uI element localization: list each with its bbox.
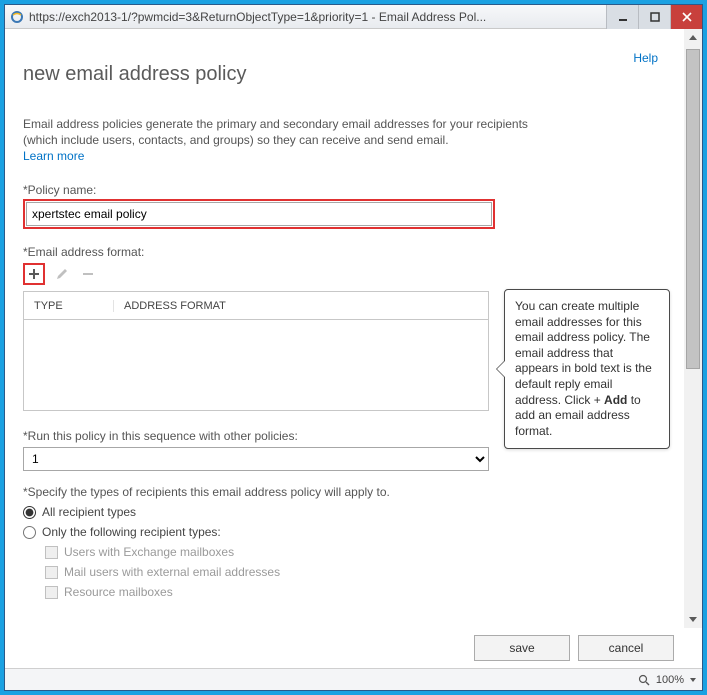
content-pane: Help new email address policy Email addr… <box>5 29 684 628</box>
check-resource: Resource mailboxes <box>45 585 666 599</box>
checkbox-disabled-icon <box>45 546 58 559</box>
minimize-button[interactable] <box>606 5 638 29</box>
check-users-exchange: Users with Exchange mailboxes <box>45 545 666 559</box>
learn-more-link[interactable]: Learn more <box>23 149 84 163</box>
edit-button <box>53 265 71 283</box>
recipients-label: *Specify the types of recipients this em… <box>23 485 666 499</box>
callout-text-1: You can create multiple email addresses … <box>515 299 652 407</box>
policy-name-label: *Policy name: <box>23 183 666 197</box>
zoom-dropdown-icon[interactable] <box>690 678 696 682</box>
close-button[interactable] <box>670 5 702 29</box>
maximize-button[interactable] <box>638 5 670 29</box>
add-button[interactable] <box>25 265 43 283</box>
zoom-level: 100% <box>656 674 684 686</box>
radio-only-following[interactable]: Only the following recipient types: <box>23 525 666 539</box>
client-area: Help new email address policy Email addr… <box>5 29 702 690</box>
radio-all-recipients[interactable]: All recipient types <box>23 505 666 519</box>
check-mail-users: Mail users with external email addresses <box>45 565 666 579</box>
checkbox-disabled-icon <box>45 586 58 599</box>
highlight-add-button <box>23 263 45 285</box>
col-header-type: TYPE <box>24 300 114 312</box>
pencil-icon <box>55 267 69 281</box>
sequence-select[interactable]: 1 <box>23 447 489 471</box>
table-header: TYPE ADDRESS FORMAT <box>24 292 488 320</box>
check-mail-users-label: Mail users with external email addresses <box>64 565 280 579</box>
title-bar-url: https://exch2013-1/?pwmcid=3&ReturnObjec… <box>29 10 606 24</box>
checkbox-disabled-icon <box>45 566 58 579</box>
app-window: https://exch2013-1/?pwmcid=3&ReturnObjec… <box>4 4 703 691</box>
dialog-footer: save cancel <box>5 628 702 668</box>
page-title: new email address policy <box>23 63 666 86</box>
ie-icon <box>9 9 25 25</box>
policy-name-input[interactable] <box>26 202 492 226</box>
scroll-thumb[interactable] <box>686 49 700 369</box>
scroll-down-icon[interactable] <box>684 610 702 628</box>
intro-text: Email address policies generate the prim… <box>23 116 547 148</box>
check-resource-label: Resource mailboxes <box>64 585 173 599</box>
vertical-scrollbar[interactable] <box>684 29 702 628</box>
highlight-policy-name <box>23 199 495 229</box>
radio-all-input[interactable] <box>23 506 36 519</box>
zoom-icon[interactable] <box>636 672 652 688</box>
col-header-format: ADDRESS FORMAT <box>114 300 488 312</box>
email-format-label: *Email address format: <box>23 245 666 259</box>
remove-button <box>79 265 97 283</box>
cancel-button[interactable]: cancel <box>578 635 674 661</box>
help-link[interactable]: Help <box>633 51 658 65</box>
status-bar: 100% <box>5 668 702 690</box>
scroll-up-icon[interactable] <box>684 29 702 47</box>
save-button[interactable]: save <box>474 635 570 661</box>
check-users-exchange-label: Users with Exchange mailboxes <box>64 545 234 559</box>
radio-only-input[interactable] <box>23 526 36 539</box>
plus-icon <box>27 267 41 281</box>
radio-only-label: Only the following recipient types: <box>42 525 221 539</box>
radio-all-label: All recipient types <box>42 505 136 519</box>
address-format-toolbar <box>23 263 666 285</box>
address-format-table: TYPE ADDRESS FORMAT <box>23 291 489 411</box>
table-body-empty <box>24 320 488 410</box>
help-callout: You can create multiple email addresses … <box>504 289 670 449</box>
window-controls <box>606 5 702 29</box>
callout-arrow-icon <box>496 360 505 378</box>
minus-icon <box>81 267 95 281</box>
title-bar: https://exch2013-1/?pwmcid=3&ReturnObjec… <box>5 5 702 29</box>
callout-bold: Add <box>604 393 627 407</box>
